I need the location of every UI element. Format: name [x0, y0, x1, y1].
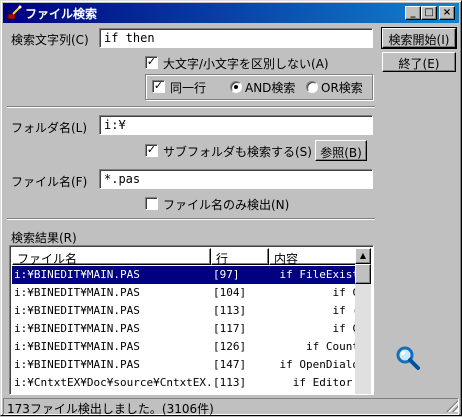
app-icon [7, 5, 22, 20]
exit-button[interactable]: 終了(E) [382, 52, 456, 72]
or-search-label[interactable]: OR検索 [321, 79, 363, 96]
start-search-button[interactable]: 検索開始(I) [381, 27, 457, 49]
close-window-button[interactable]: × [439, 6, 455, 20]
row-filename: i:¥CntxtEX¥Doc¥source¥CntxtEX.pas [14, 376, 211, 389]
file-name-input[interactable]: *.pas [99, 169, 373, 189]
row-content: if FileExist [279, 268, 359, 281]
row-content: if OpenDialo [279, 358, 359, 371]
folder-label: フォルダ名(L) [11, 121, 88, 135]
status-bar: 173ファイル検出しました。(3106件) [3, 398, 459, 416]
table-row[interactable]: i:¥BINEDIT¥MAIN.PAS [147] if OpenDialo [12, 356, 359, 374]
names-only-checkbox[interactable] [145, 197, 158, 210]
row-content: if Editor. [292, 376, 359, 389]
table-row[interactable]: i:¥BINEDIT¥MAIN.PAS [97] if FileExist [12, 266, 359, 284]
resize-grip-icon[interactable] [446, 400, 458, 412]
column-header-line[interactable]: 行 [211, 248, 269, 265]
table-row[interactable]: i:¥BINEDIT¥MAIN.PAS [126] if Count [12, 338, 359, 356]
row-line: [97] [213, 268, 240, 281]
separator [7, 218, 375, 220]
subfolder-checkbox[interactable]: ✓ [145, 144, 158, 157]
ignore-case-checkbox[interactable]: ✓ [145, 56, 158, 69]
same-line-label[interactable]: 同一行 [170, 79, 206, 96]
row-line: [121] [213, 394, 267, 395]
table-row[interactable]: i:¥CntxtEX¥Doc¥source¥CntxtEX.pas[121] if… [12, 392, 359, 395]
row-content: if Count [306, 340, 359, 353]
row-filename: i:¥BINEDIT¥MAIN.PAS [14, 358, 140, 371]
title-bar[interactable]: ファイル検索 _ □ × [3, 3, 459, 23]
maximize-icon: □ [424, 7, 434, 18]
table-row[interactable]: i:¥BINEDIT¥MAIN.PAS [104] if C [12, 284, 359, 302]
row-line: [113] [213, 304, 247, 317]
row-filename: i:¥BINEDIT¥MAIN.PAS [14, 340, 140, 353]
maximize-button[interactable]: □ [421, 6, 437, 20]
browse-button[interactable]: 参照(B) [315, 140, 367, 161]
table-row[interactable]: i:¥CntxtEX¥Doc¥source¥CntxtEX.pas [113] if… [12, 374, 359, 392]
or-search-radio[interactable] [306, 81, 318, 93]
row-filename: i:¥CntxtEX¥Doc¥source¥CntxtEX.pas [14, 394, 211, 395]
window-title: ファイル検索 [25, 7, 98, 21]
scroll-up-icon[interactable]: ▲ [355, 248, 371, 264]
minimize-icon: _ [410, 7, 416, 18]
magnifier-icon [396, 346, 420, 370]
table-row[interactable]: i:¥BINEDIT¥MAIN.PAS [117] if C [12, 320, 359, 338]
file-search-window: ファイル検索 _ □ × 検索文字列(C) if then ✓ 大文字/小文字を… [0, 0, 462, 416]
row-filename: i:¥BINEDIT¥MAIN.PAS [14, 304, 140, 317]
scroll-thumb[interactable] [355, 264, 371, 284]
results-scrollbar[interactable]: ▲ [355, 248, 371, 394]
row-content: if C [332, 286, 360, 299]
row-filename: i:¥BINEDIT¥MAIN.PAS [14, 286, 140, 299]
separator [7, 106, 375, 108]
search-text-input[interactable]: if then [99, 28, 373, 48]
file-name-label: ファイル名(F) [11, 175, 88, 189]
ignore-case-label[interactable]: 大文字/小文字を区別しない(A) [163, 55, 329, 72]
column-header-filename[interactable]: ファイル名 [12, 248, 211, 265]
row-line: [113] [213, 376, 247, 389]
row-content: if Sel [271, 394, 359, 395]
and-search-radio[interactable] [230, 81, 242, 93]
minimize-button[interactable]: _ [405, 6, 421, 20]
column-header-content[interactable]: 内容 [269, 248, 359, 265]
row-line: [126] [213, 340, 247, 353]
row-filename: i:¥BINEDIT¥MAIN.PAS [14, 268, 140, 281]
folder-input[interactable]: i:¥ [99, 115, 373, 135]
and-search-label[interactable]: AND検索 [245, 79, 295, 96]
same-line-checkbox[interactable]: ✓ [152, 80, 165, 93]
row-line: [147] [213, 358, 247, 371]
subfolder-label[interactable]: サブフォルダも検索する(S) [163, 143, 312, 160]
results-list[interactable]: ファイル名 行 内容 i:¥BINEDIT¥MAIN.PAS [97] if Fil… [9, 245, 374, 395]
results-label: 検索結果(R) [11, 231, 77, 245]
row-line: [117] [213, 322, 247, 335]
row-filename: i:¥BINEDIT¥MAIN.PAS [14, 322, 140, 335]
close-icon: × [442, 7, 452, 18]
row-content: if C [332, 322, 360, 335]
row-line: [104] [213, 286, 247, 299]
names-only-label[interactable]: ファイル名のみ検出(N) [163, 196, 289, 213]
search-text-label: 検索文字列(C) [11, 33, 89, 47]
table-row[interactable]: i:¥BINEDIT¥MAIN.PAS [113] if ( [12, 302, 359, 320]
row-content: if ( [332, 304, 360, 317]
